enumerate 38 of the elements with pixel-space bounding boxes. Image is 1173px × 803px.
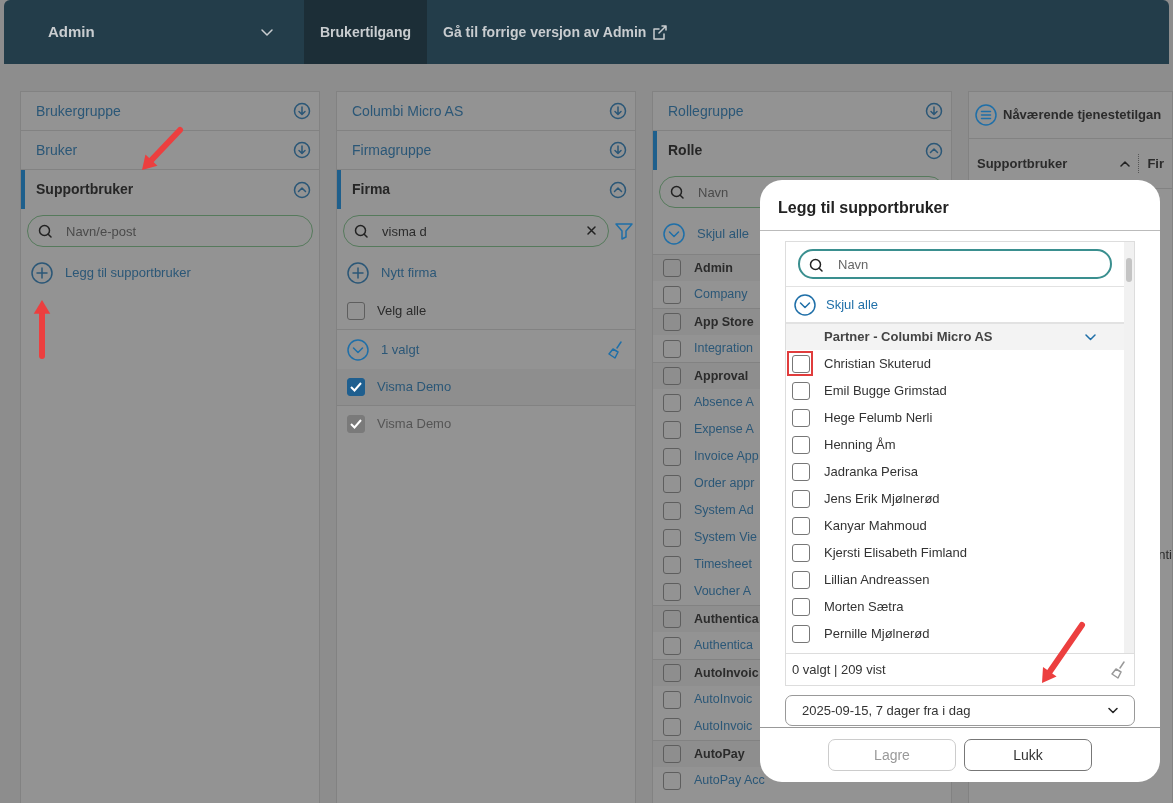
user-name: Kjersti Elisabeth Fimland [824,543,968,562]
role-label: System Ad [694,502,754,520]
company-name: Visma Demo [377,414,452,433]
role-group-label: AutoPay [694,745,745,763]
role-label: Invoice App [694,448,759,466]
role-label: System Vie [694,529,757,547]
role-label: AutoInvoic [694,718,753,736]
checkbox-label: Velg alle [377,302,427,321]
user-name: Jadranka Perisa [824,462,918,481]
role-group-label: App Store [694,313,754,331]
selection-summary: 0 valgt | 209 vist [792,660,886,679]
role-label: AutoPay Acc [694,772,765,790]
user-name: Emil Bugge Grimstad [824,381,947,400]
role-group-label: Approval [694,367,749,385]
role-label: Timesheet [694,556,752,574]
company-name: Visma Demo [377,378,452,397]
user-name: Henning Åm [824,435,896,454]
role-label: Order appr [694,475,755,493]
user-name: Morten Sætra [824,597,904,616]
role-label: Integration [694,340,754,358]
user-name: Lillian Andreassen [824,570,930,589]
user-name: Pernille Mjølnerød [824,624,930,643]
role-group-label: AutoInvoic [694,664,759,682]
role-label: Absence A [694,394,754,412]
role-label: Company [694,286,748,304]
panel-title: Nåværende tjenestetilgan [1003,106,1162,125]
app-title: Admin [48,21,95,42]
user-name: Christian Skuterud [824,354,931,373]
role-group-label: Admin [694,259,733,277]
user-name: Kanyar Mahmoud [824,516,927,535]
user-name: Hege Felumb Nerli [824,408,933,427]
role-group-label: Authentica [694,610,759,628]
role-label: Expense A [694,421,754,439]
modal-title: Legg til supportbruker [760,180,1160,231]
role-label: Authentica [694,637,754,655]
role-label: Voucher A [694,583,751,601]
role-label: AutoInvoic [694,691,753,709]
user-name: Jens Erik Mjølnerød [824,489,940,508]
